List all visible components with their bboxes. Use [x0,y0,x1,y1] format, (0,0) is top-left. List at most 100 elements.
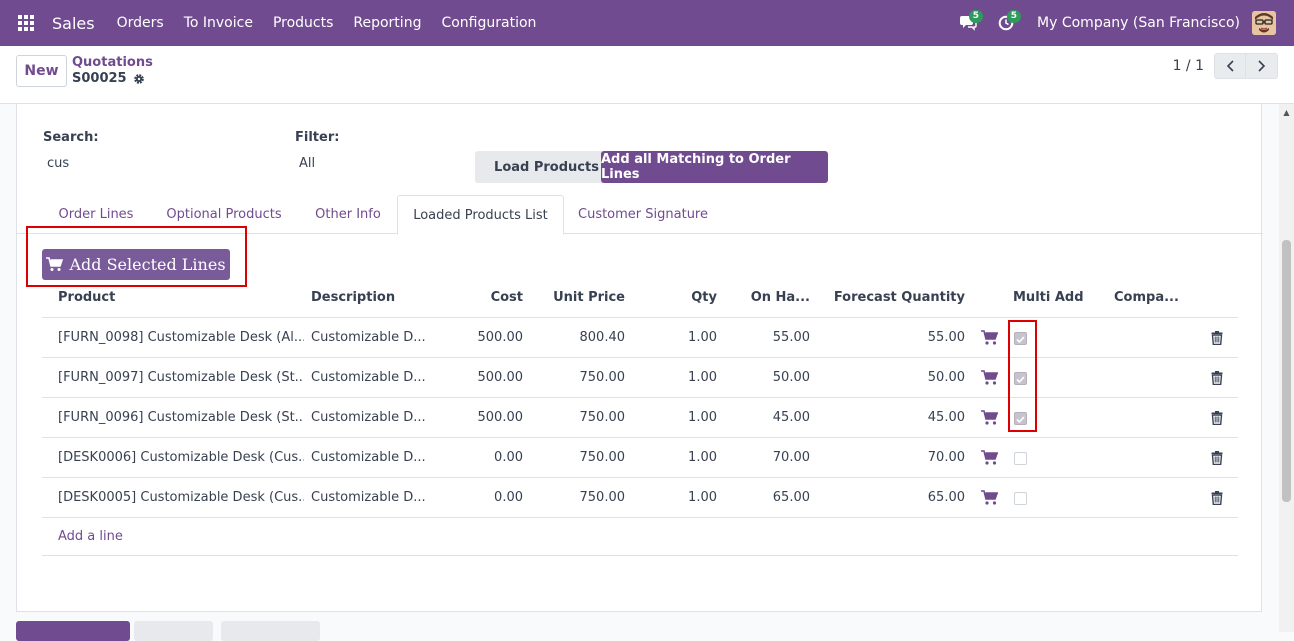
load-products-button[interactable]: Load Products [475,151,618,183]
bottom-primary-button[interactable] [16,621,130,641]
cell-cost[interactable]: 0.00 [442,478,523,518]
control-panel: New Quotations S00025 1 / 1 [0,46,1294,104]
new-button[interactable]: New [16,55,67,87]
app-name[interactable]: Sales [52,14,95,33]
menu-orders[interactable]: Orders [117,15,164,31]
column-qty[interactable]: Qty [627,278,717,318]
column-unit-price[interactable]: Unit Price [525,278,625,318]
user-avatar[interactable] [1252,11,1276,35]
table-row[interactable]: [FURN_0097] Customizable Desk (St... Cust… [42,358,1238,398]
pager-next-button[interactable] [1246,53,1278,79]
activities-count-badge: 5 [1006,10,1022,23]
cell-qty[interactable]: 1.00 [627,358,717,398]
cell-cost[interactable]: 0.00 [442,438,523,478]
menu-configuration[interactable]: Configuration [441,15,536,31]
multi-add-checkbox[interactable] [1014,452,1027,465]
cell-forecast[interactable]: 70.00 [812,438,965,478]
add-selected-lines-button[interactable]: Add Selected Lines [42,249,230,280]
company-switcher[interactable]: My Company (San Francisco) [1037,15,1240,31]
cell-unit-price[interactable]: 800.40 [525,318,626,358]
trash-icon[interactable] [1211,451,1223,466]
column-description[interactable]: Description [311,278,395,318]
cell-qty[interactable]: 1.00 [627,398,717,438]
bottom-secondary-button[interactable] [134,621,213,641]
breadcrumb-current: S00025 [72,70,153,87]
cart-icon[interactable] [981,490,999,506]
cell-product[interactable]: [DESK0006] Customizable Desk (Cus... [58,438,304,478]
cart-icon[interactable] [981,370,999,386]
activities-button[interactable]: 5 [991,0,1022,46]
cell-unit-price[interactable]: 750.00 [525,478,626,518]
cell-forecast[interactable]: 45.00 [812,398,965,438]
column-product[interactable]: Product [58,278,115,318]
table-row[interactable]: [FURN_0096] Customizable Desk (St... Cust… [42,398,1238,438]
trash-icon[interactable] [1211,331,1223,346]
cell-cost[interactable]: 500.00 [442,318,524,358]
cell-on-hand[interactable]: 50.00 [719,358,810,398]
top-navbar: Sales Orders To Invoice Products Reporti… [0,0,1294,46]
add-all-matching-button[interactable]: Add all Matching to Order Lines [601,151,828,183]
cell-cost[interactable]: 500.00 [442,358,524,398]
cell-on-hand[interactable]: 45.00 [719,398,810,438]
cell-on-hand[interactable]: 70.00 [719,438,810,478]
column-multi-add[interactable]: Multi Add [1013,278,1084,318]
multi-add-checkbox[interactable] [1014,492,1027,505]
scroll-up-arrow-icon[interactable]: ▲ [1282,108,1291,117]
breadcrumb-quotations[interactable]: Quotations [72,55,153,70]
cell-unit-price[interactable]: 750.00 [525,438,626,478]
cell-description[interactable]: Customizable D... [311,398,436,438]
cell-qty[interactable]: 1.00 [627,318,717,358]
cell-forecast[interactable]: 65.00 [812,478,965,518]
tab-customer-signature[interactable]: Customer Signature [569,195,717,234]
add-a-line-link[interactable]: Add a line [58,518,123,556]
cell-forecast[interactable]: 55.00 [812,318,965,358]
messages-button[interactable]: 5 [953,0,984,46]
cell-product[interactable]: [FURN_0098] Customizable Desk (Al... [58,318,304,358]
menu-reporting[interactable]: Reporting [353,15,421,31]
cell-cost[interactable]: 500.00 [442,398,524,438]
menu-products[interactable]: Products [273,15,333,31]
table-row[interactable]: [FURN_0098] Customizable Desk (Al... Cust… [42,318,1238,358]
apps-menu-icon[interactable] [0,0,52,46]
cart-icon[interactable] [981,330,999,346]
cell-description[interactable]: Customizable D... [311,478,436,518]
cell-product[interactable]: [FURN_0096] Customizable Desk (St... [58,398,304,438]
cell-on-hand[interactable]: 65.00 [719,478,810,518]
scrollbar-thumb[interactable] [1282,240,1291,502]
search-input[interactable]: cus [47,156,69,171]
messages-count-badge: 5 [968,10,984,23]
table-row[interactable]: [DESK0006] Customizable Desk (Cus... Cust… [42,438,1238,478]
cell-forecast[interactable]: 50.00 [812,358,965,398]
tab-other-info[interactable]: Other Info [301,195,395,234]
cell-description[interactable]: Customizable D... [311,358,436,398]
cart-icon[interactable] [981,410,999,426]
trash-icon[interactable] [1211,411,1223,426]
cell-product[interactable]: [DESK0005] Customizable Desk (Cus... [58,478,304,518]
cart-icon[interactable] [981,450,999,466]
bottom-tertiary-button[interactable] [221,621,320,641]
search-label: Search: [43,130,99,145]
cell-on-hand[interactable]: 55.00 [719,318,810,358]
column-forecast-quantity[interactable]: Forecast Quantity [812,278,965,318]
tab-loaded-products-list[interactable]: Loaded Products List [397,195,564,235]
filter-select[interactable]: All [299,156,315,171]
pager-value[interactable]: 1 / 1 [1173,58,1204,74]
column-on-hand[interactable]: On Ha... [719,278,810,318]
pager-previous-button[interactable] [1214,53,1246,79]
cell-product[interactable]: [FURN_0097] Customizable Desk (St... [58,358,304,398]
menu-to-invoice[interactable]: To Invoice [184,15,253,31]
add-line-row: Add a line [42,518,1238,556]
trash-icon[interactable] [1211,371,1223,386]
cell-unit-price[interactable]: 750.00 [525,358,626,398]
trash-icon[interactable] [1211,491,1223,506]
table-header: Product Description Cost Unit Price Qty … [42,278,1238,318]
cell-description[interactable]: Customizable D... [311,438,436,478]
gear-icon[interactable] [133,73,145,85]
cell-qty[interactable]: 1.00 [627,438,717,478]
column-company[interactable]: Compa... [1114,278,1179,318]
table-row[interactable]: [DESK0005] Customizable Desk (Cus... Cust… [42,478,1238,518]
cell-unit-price[interactable]: 750.00 [525,398,626,438]
cell-description[interactable]: Customizable D... [311,318,436,358]
column-cost[interactable]: Cost [442,278,523,318]
cell-qty[interactable]: 1.00 [627,478,717,518]
